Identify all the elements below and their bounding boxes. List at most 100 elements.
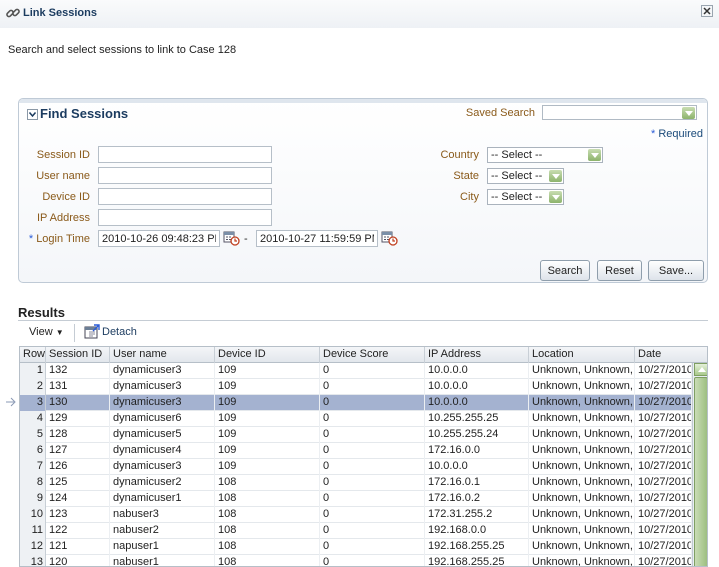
session-id-input[interactable] bbox=[98, 146, 272, 163]
view-menu-label: View bbox=[29, 326, 53, 338]
cell-device-score: 0 bbox=[320, 443, 425, 459]
cell-device-id: 108 bbox=[215, 507, 320, 523]
cell-row: 9 bbox=[20, 491, 46, 507]
panel-header-band bbox=[19, 99, 707, 103]
table-row[interactable]: 6 127 dynamicuser4 109 0 172.16.0.0 Unknown, U… bbox=[20, 443, 692, 459]
cell-ip-address: 172.16.0.2 bbox=[425, 491, 529, 507]
login-time-to-input[interactable] bbox=[256, 230, 378, 247]
cell-ip-address: 10.0.0.0 bbox=[425, 363, 529, 379]
cell-device-id: 109 bbox=[215, 459, 320, 475]
cell-session-id: 125 bbox=[46, 475, 110, 491]
table-row[interactable]: 3 130 dynamicuser3 109 0 10.0.0.0 Unknown, Unk… bbox=[20, 395, 692, 411]
country-select[interactable]: -- Select -- bbox=[487, 147, 603, 163]
vertical-scrollbar[interactable] bbox=[692, 363, 707, 566]
calendar-icon[interactable] bbox=[223, 230, 240, 246]
table-row[interactable]: 10 123 nabuser3 108 0 172.31.255.2 Unknown, Un… bbox=[20, 507, 692, 523]
column-header-device-id[interactable]: Device ID bbox=[215, 347, 320, 363]
detach-icon[interactable] bbox=[84, 324, 100, 340]
chevron-down-icon: ▼ bbox=[55, 328, 64, 337]
cell-session-id: 128 bbox=[46, 427, 110, 443]
scroll-thumb[interactable] bbox=[694, 377, 707, 566]
results-table: Row Session ID User name Device ID Devic… bbox=[19, 346, 708, 567]
column-header-date[interactable]: Date bbox=[635, 347, 707, 363]
ip-address-input[interactable] bbox=[98, 209, 272, 226]
cell-session-id: 132 bbox=[46, 363, 110, 379]
table-row[interactable]: 11 122 nabuser2 108 0 192.168.0.0 Unknown, Unk… bbox=[20, 523, 692, 539]
cell-location: Unknown, Unknown, bbox=[529, 555, 635, 566]
login-time-label-text: Login Time bbox=[36, 233, 90, 245]
state-value: -- Select -- bbox=[491, 170, 543, 182]
cell-device-id: 109 bbox=[215, 427, 320, 443]
cell-device-score: 0 bbox=[320, 411, 425, 427]
cell-user-name: nabuser1 bbox=[110, 555, 215, 566]
table-row[interactable]: 9 124 dynamicuser1 108 0 172.16.0.2 Unknown, U… bbox=[20, 491, 692, 507]
device-id-input[interactable] bbox=[98, 188, 272, 205]
calendar-icon[interactable] bbox=[381, 230, 398, 246]
column-header-user-name[interactable]: User name bbox=[110, 347, 215, 363]
cell-row: 12 bbox=[20, 539, 46, 555]
cell-device-id: 109 bbox=[215, 411, 320, 427]
table-row[interactable]: 13 120 nabuser1 108 0 192.168.255.25 Unknown, … bbox=[20, 555, 692, 566]
column-header-device-score[interactable]: Device Score bbox=[320, 347, 425, 363]
table-row[interactable]: 2 131 dynamicuser3 109 0 10.0.0.0 Unknown, Unk… bbox=[20, 379, 692, 395]
view-menu[interactable]: View ▼ bbox=[29, 326, 64, 338]
column-header-ip-address[interactable]: IP Address bbox=[425, 347, 529, 363]
column-header-session-id[interactable]: Session ID bbox=[46, 347, 110, 363]
search-button[interactable]: Search bbox=[540, 260, 590, 281]
cell-ip-address: 192.168.0.0 bbox=[425, 523, 529, 539]
cell-user-name: dynamicuser1 bbox=[110, 491, 215, 507]
login-time-from-input[interactable] bbox=[98, 230, 220, 247]
cell-date: 10/27/2010 bbox=[635, 459, 692, 475]
saved-search-select[interactable] bbox=[542, 105, 697, 120]
cell-device-id: 108 bbox=[215, 539, 320, 555]
cell-device-score: 0 bbox=[320, 507, 425, 523]
column-header-location[interactable]: Location bbox=[529, 347, 635, 363]
cell-device-score: 0 bbox=[320, 427, 425, 443]
cell-user-name: napuser1 bbox=[110, 539, 215, 555]
chevron-down-icon[interactable] bbox=[588, 149, 601, 161]
instructions-text: Search and select sessions to link to Ca… bbox=[8, 44, 237, 56]
chevron-down-icon[interactable] bbox=[549, 191, 562, 203]
required-label: Required bbox=[658, 128, 703, 140]
cell-location: Unknown, Unknown, bbox=[529, 427, 635, 443]
scroll-up-icon[interactable] bbox=[694, 363, 707, 376]
chevron-down-icon[interactable] bbox=[682, 107, 695, 119]
close-icon[interactable] bbox=[701, 5, 713, 17]
collapse-icon[interactable] bbox=[27, 109, 38, 120]
cell-device-score: 0 bbox=[320, 555, 425, 566]
title-bar: Link Sessions bbox=[0, 0, 719, 28]
cell-device-id: 108 bbox=[215, 475, 320, 491]
cell-date: 10/27/2010 bbox=[635, 443, 692, 459]
state-select[interactable]: -- Select -- bbox=[487, 168, 564, 184]
cell-session-id: 121 bbox=[46, 539, 110, 555]
table-row[interactable]: 7 126 dynamicuser3 109 0 10.0.0.0 Unknown, Unk… bbox=[20, 459, 692, 475]
cell-device-id: 109 bbox=[215, 363, 320, 379]
column-header-row[interactable]: Row bbox=[20, 347, 46, 363]
table-row[interactable]: 8 125 dynamicuser2 108 0 172.16.0.1 Unknown, U… bbox=[20, 475, 692, 491]
cell-ip-address: 172.31.255.2 bbox=[425, 507, 529, 523]
cell-session-id: 122 bbox=[46, 523, 110, 539]
cell-device-score: 0 bbox=[320, 539, 425, 555]
city-select[interactable]: -- Select -- bbox=[487, 189, 564, 205]
table-row[interactable]: 4 129 dynamicuser6 109 0 10.255.255.25 Unknown… bbox=[20, 411, 692, 427]
cell-row: 5 bbox=[20, 427, 46, 443]
detach-button[interactable]: Detach bbox=[102, 326, 137, 338]
cell-device-id: 109 bbox=[215, 443, 320, 459]
cell-date: 10/27/2010 bbox=[635, 395, 692, 411]
cell-user-name: nabuser3 bbox=[110, 507, 215, 523]
cell-device-id: 108 bbox=[215, 523, 320, 539]
table-row[interactable]: 1 132 dynamicuser3 109 0 10.0.0.0 Unknown, Unk… bbox=[20, 363, 692, 379]
reset-button[interactable]: Reset bbox=[597, 260, 642, 281]
cell-device-score: 0 bbox=[320, 459, 425, 475]
city-value: -- Select -- bbox=[491, 191, 543, 203]
user-name-input[interactable] bbox=[98, 167, 272, 184]
cell-device-score: 0 bbox=[320, 395, 425, 411]
cell-device-score: 0 bbox=[320, 523, 425, 539]
table-row[interactable]: 5 128 dynamicuser5 109 0 10.255.255.24 Unknown… bbox=[20, 427, 692, 443]
cell-row: 13 bbox=[20, 555, 46, 566]
table-row[interactable]: 12 121 napuser1 108 0 192.168.255.25 Unknown, … bbox=[20, 539, 692, 555]
results-title: Results bbox=[18, 305, 65, 320]
chevron-down-icon[interactable] bbox=[549, 170, 562, 182]
cell-user-name: dynamicuser3 bbox=[110, 379, 215, 395]
save-search-button[interactable]: Save... bbox=[648, 260, 704, 281]
